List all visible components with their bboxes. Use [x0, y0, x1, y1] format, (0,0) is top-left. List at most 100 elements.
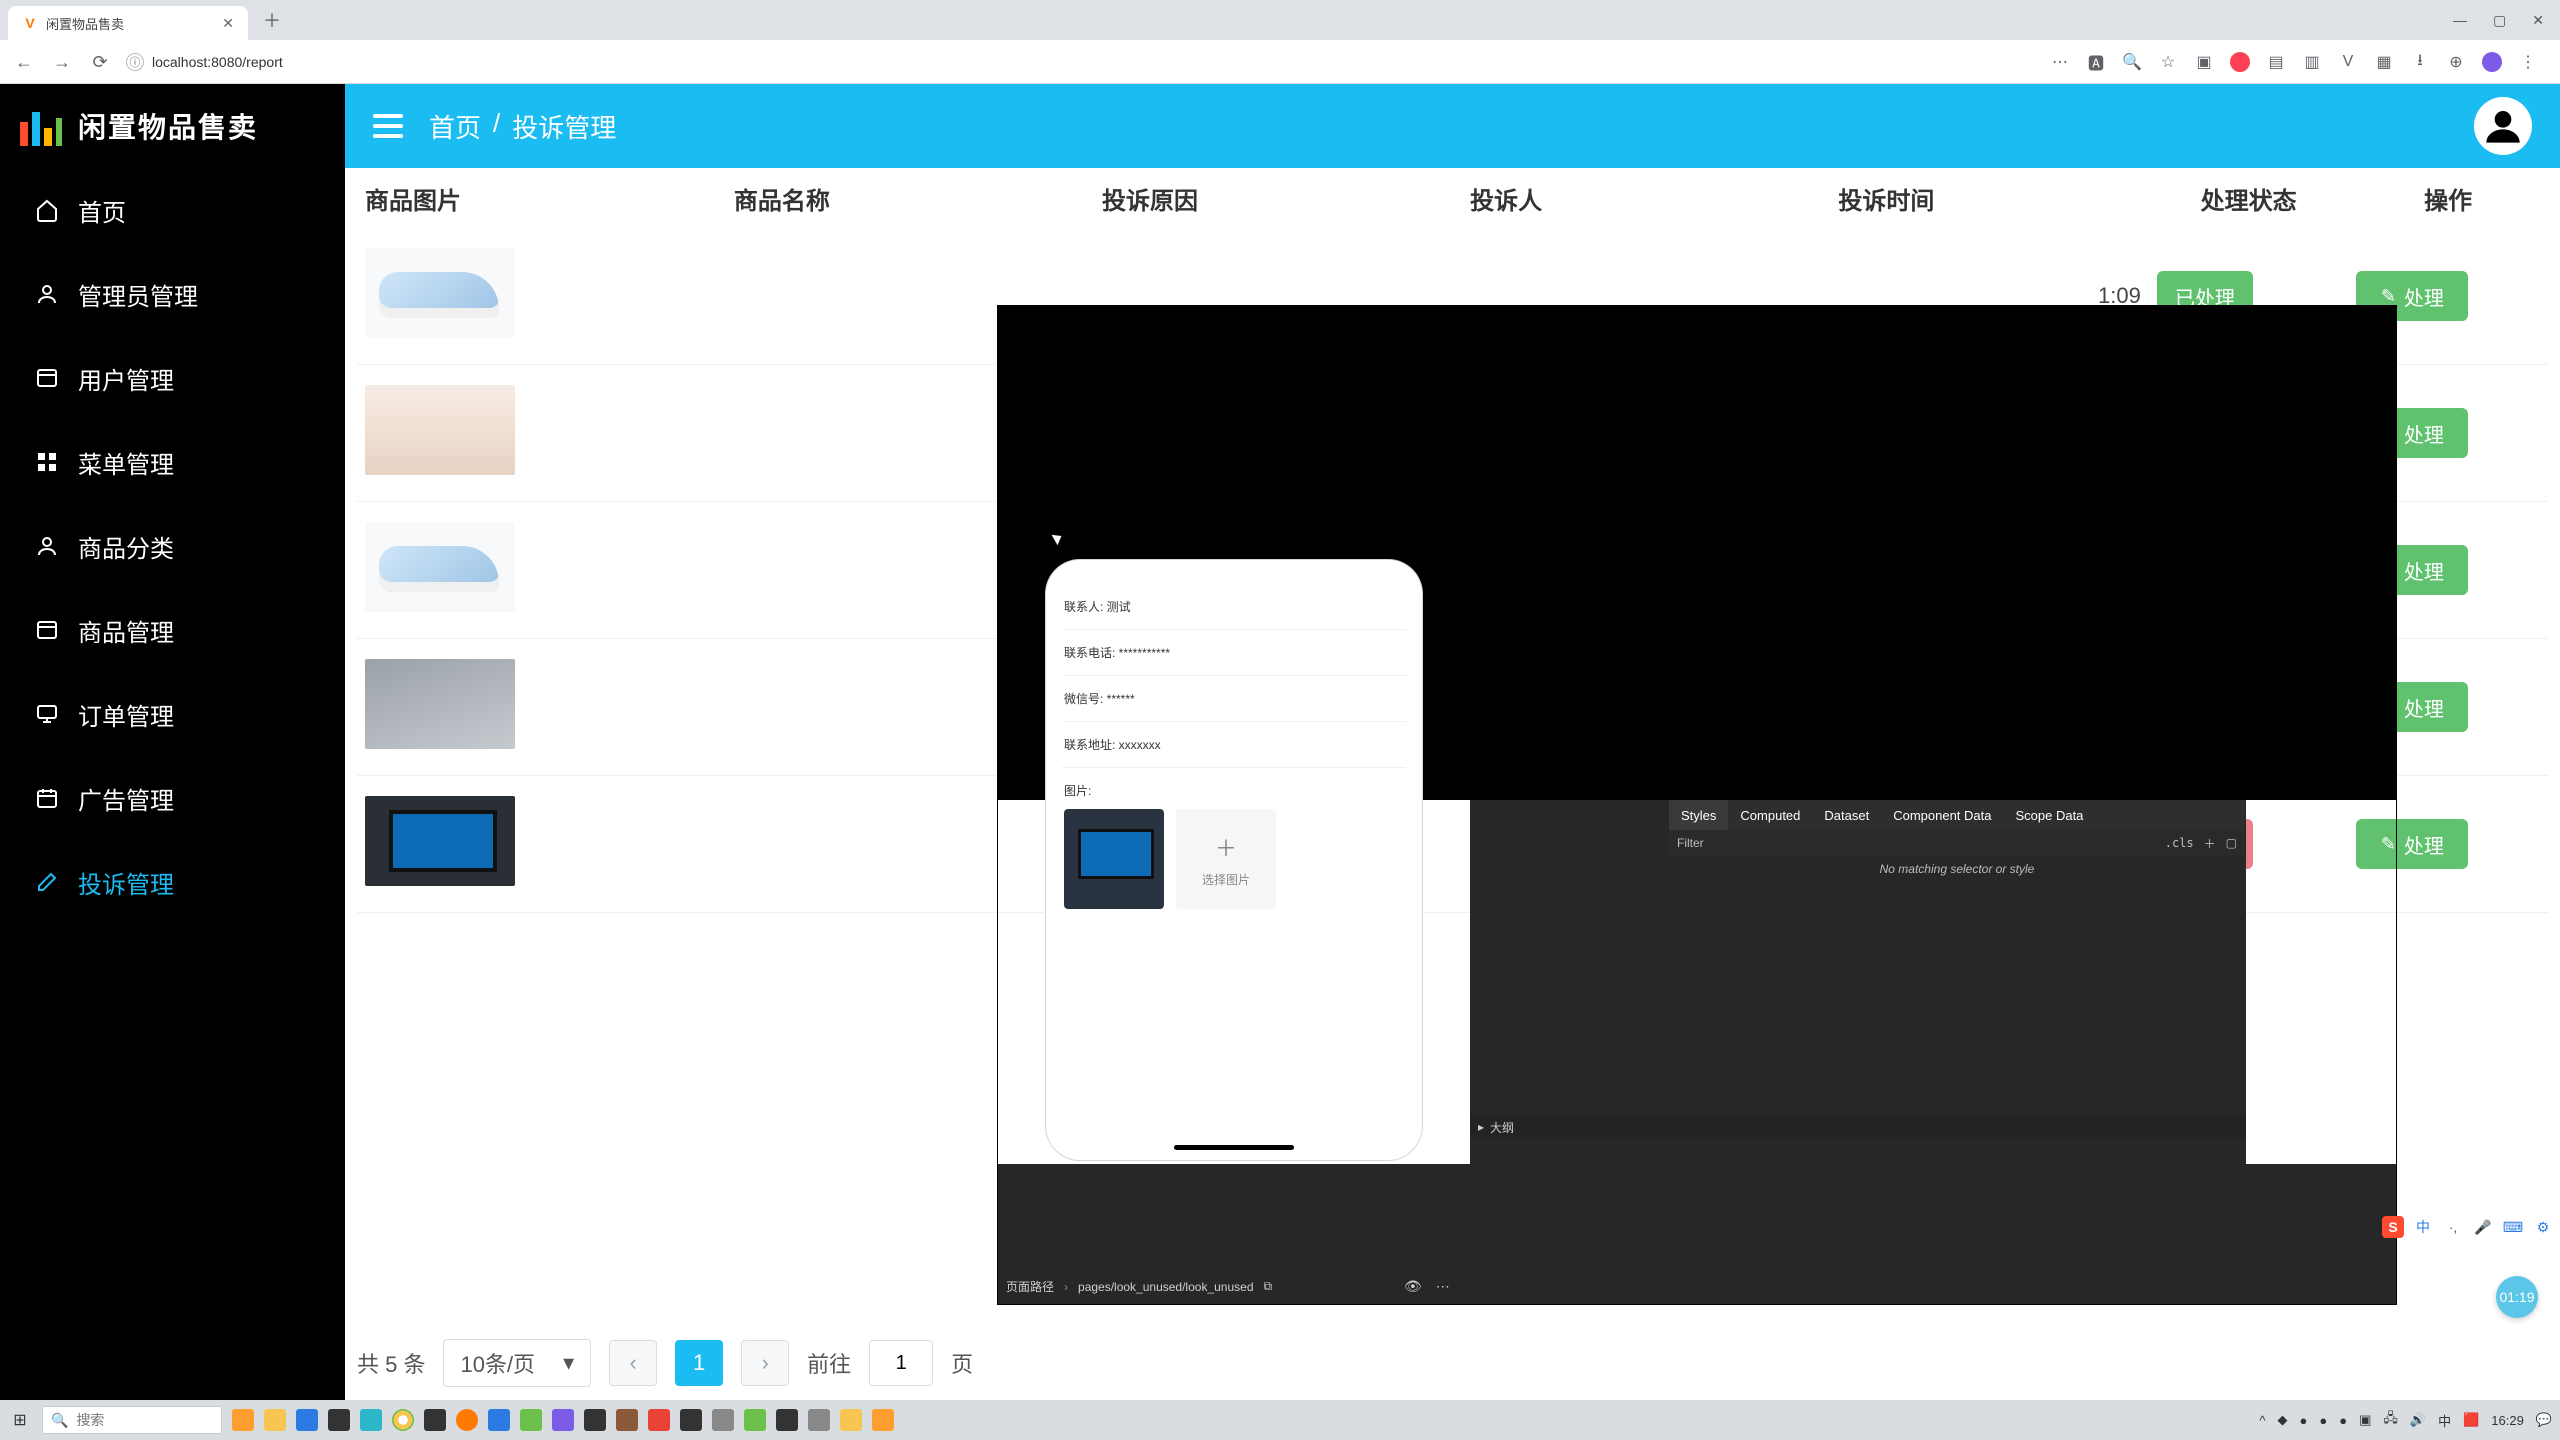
ext2-icon[interactable]: ▤	[2266, 52, 2286, 72]
tab-close-icon[interactable]: ✕	[222, 15, 234, 32]
collapse-sidebar-button[interactable]	[373, 114, 403, 138]
sidebar-item-ads[interactable]: 广告管理	[0, 756, 345, 840]
start-button[interactable]: ⊞	[8, 1408, 32, 1432]
more-icon[interactable]: ⋯	[1436, 1278, 1450, 1295]
add-photo-button[interactable]: ＋ 选择图片	[1176, 809, 1276, 909]
ext-icon[interactable]: ⋯	[2050, 52, 2070, 72]
window-minimize-icon[interactable]: —	[2453, 12, 2467, 28]
pin-app-icon[interactable]	[552, 1409, 574, 1431]
breadcrumb-home[interactable]: 首页	[429, 108, 481, 145]
sidebar-item-products[interactable]: 商品管理	[0, 588, 345, 672]
profile-avatar-icon[interactable]	[2482, 52, 2502, 72]
nav-reload-icon[interactable]: ⟳	[88, 50, 112, 74]
pin-wechat-icon[interactable]	[520, 1409, 542, 1431]
ext1-icon[interactable]: ▣	[2194, 52, 2214, 72]
ext-red-icon[interactable]	[2230, 52, 2250, 72]
copy-icon[interactable]: ⧉	[1264, 1279, 1273, 1294]
sidebar-item-orders[interactable]: 订单管理	[0, 672, 345, 756]
ext5-icon[interactable]: ▦	[2374, 52, 2394, 72]
ext4-icon[interactable]: V	[2338, 52, 2358, 72]
tray-icon[interactable]: 🟥	[2463, 1412, 2479, 1428]
goto-input[interactable]	[869, 1340, 933, 1386]
pin-app-icon[interactable]	[424, 1409, 446, 1431]
pin-chrome-icon[interactable]	[392, 1409, 414, 1431]
pin-app-icon[interactable]	[488, 1409, 510, 1431]
sidebar-item-categories[interactable]: 商品分类	[0, 504, 345, 588]
taskbar-search[interactable]: 🔍 搜索	[42, 1406, 222, 1434]
pin-app-icon[interactable]	[776, 1409, 798, 1431]
pin-app-icon[interactable]	[296, 1409, 318, 1431]
url-field[interactable]: ⓘ localhost:8080/report	[126, 47, 2036, 77]
pin-app-icon[interactable]	[616, 1409, 638, 1431]
component-data-tab[interactable]: Component Data	[1881, 800, 2003, 830]
pin-app-icon[interactable]	[808, 1409, 830, 1431]
box-model-icon[interactable]: ▢	[2226, 836, 2237, 850]
tray-icon[interactable]: ◆	[2278, 1412, 2288, 1428]
ime-punct-icon[interactable]: ·,	[2442, 1216, 2464, 1238]
new-style-rule-icon[interactable]: ＋	[2204, 835, 2216, 852]
prev-page-button[interactable]: ‹	[609, 1340, 657, 1386]
timer-bubble[interactable]: 01:19	[2496, 1276, 2538, 1318]
kebab-menu-icon[interactable]: ⋮	[2518, 52, 2538, 72]
tray-chevron-icon[interactable]: ^	[2259, 1413, 2265, 1428]
new-tab-button[interactable]: ＋	[258, 6, 286, 34]
pin-app-icon[interactable]	[360, 1409, 382, 1431]
cls-toggle[interactable]: .cls	[2165, 836, 2194, 850]
ime-settings-icon[interactable]: ⚙	[2532, 1216, 2554, 1238]
pin-app-icon[interactable]	[744, 1409, 766, 1431]
pin-app-icon[interactable]	[872, 1409, 894, 1431]
ime-strip[interactable]: S 中 ·, 🎤 ⌨ ⚙	[2382, 1216, 2554, 1238]
next-page-button[interactable]: ›	[741, 1340, 789, 1386]
install-icon[interactable]: ⊕	[2446, 52, 2466, 72]
pin-app-icon[interactable]	[712, 1409, 734, 1431]
ext3-icon[interactable]: ▥	[2302, 52, 2322, 72]
pin-explorer-icon[interactable]	[264, 1409, 286, 1431]
dataset-tab[interactable]: Dataset	[1812, 800, 1881, 830]
pin-app-icon[interactable]	[840, 1409, 862, 1431]
sidebar-item-admin[interactable]: 管理员管理	[0, 252, 345, 336]
pin-app-icon[interactable]	[232, 1409, 254, 1431]
sidebar-item-reports[interactable]: 投诉管理	[0, 840, 345, 924]
ime-mic-icon[interactable]: 🎤	[2472, 1216, 2494, 1238]
page-size-select[interactable]: 10条/页 ▾	[443, 1339, 591, 1387]
pin-firefox-icon[interactable]	[456, 1409, 478, 1431]
sidebar-item-menus[interactable]: 菜单管理	[0, 420, 345, 504]
tray-icon[interactable]: ●	[2300, 1413, 2308, 1428]
window-close-icon[interactable]: ✕	[2532, 12, 2544, 29]
styles-tab[interactable]: Styles	[1669, 800, 1728, 830]
site-info-icon[interactable]: ⓘ	[126, 53, 144, 71]
zoom-icon[interactable]: 🔍	[2122, 52, 2142, 72]
translate-icon[interactable]: 🅰	[2086, 52, 2106, 72]
user-avatar[interactable]	[2474, 97, 2532, 155]
pin-app-icon[interactable]	[584, 1409, 606, 1431]
tray-icon[interactable]: ▣	[2359, 1412, 2371, 1428]
browser-tab[interactable]: V 闲置物品售卖 ✕	[8, 6, 248, 40]
tray-clock[interactable]: 16:29	[2491, 1413, 2524, 1428]
sidebar-item-home[interactable]: 首页	[0, 168, 345, 252]
filter-input[interactable]: Filter	[1677, 836, 1704, 850]
scope-data-tab[interactable]: Scope Data	[2003, 800, 2095, 830]
pin-app-icon[interactable]	[328, 1409, 350, 1431]
nav-forward-icon[interactable]: →	[50, 50, 74, 74]
pin-app-icon[interactable]	[680, 1409, 702, 1431]
tray-ime-icon[interactable]: 中	[2438, 1411, 2451, 1430]
uploaded-photo[interactable]	[1064, 809, 1164, 909]
eye-icon[interactable]: 👁	[1404, 1278, 1422, 1295]
bookmark-star-icon[interactable]: ☆	[2158, 52, 2178, 72]
pin-app-icon[interactable]	[648, 1409, 670, 1431]
tray-icon[interactable]: ●	[2319, 1413, 2327, 1428]
system-tray[interactable]: ^ ◆ ● ● ● ▣ 🖧 🔊 中 🟥 16:29 💬	[2259, 1409, 2552, 1431]
tray-notifications-icon[interactable]: 💬	[2536, 1412, 2552, 1428]
nav-back-icon[interactable]: ←	[12, 50, 36, 74]
ime-lang-icon[interactable]: 中	[2412, 1216, 2434, 1238]
tray-volume-icon[interactable]: 🔊	[2410, 1412, 2426, 1428]
window-maximize-icon[interactable]: ▢	[2493, 12, 2506, 29]
ime-keyboard-icon[interactable]: ⌨	[2502, 1216, 2524, 1238]
tray-network-icon[interactable]: 🖧	[2383, 1409, 2398, 1431]
download-icon[interactable]: ⭳	[2410, 52, 2430, 72]
tray-icon[interactable]: ●	[2339, 1413, 2347, 1428]
computed-tab[interactable]: Computed	[1728, 800, 1812, 830]
sidebar-item-label: 商品管理	[78, 613, 174, 648]
page-number-button[interactable]: 1	[675, 1340, 723, 1386]
sidebar-item-users[interactable]: 用户管理	[0, 336, 345, 420]
